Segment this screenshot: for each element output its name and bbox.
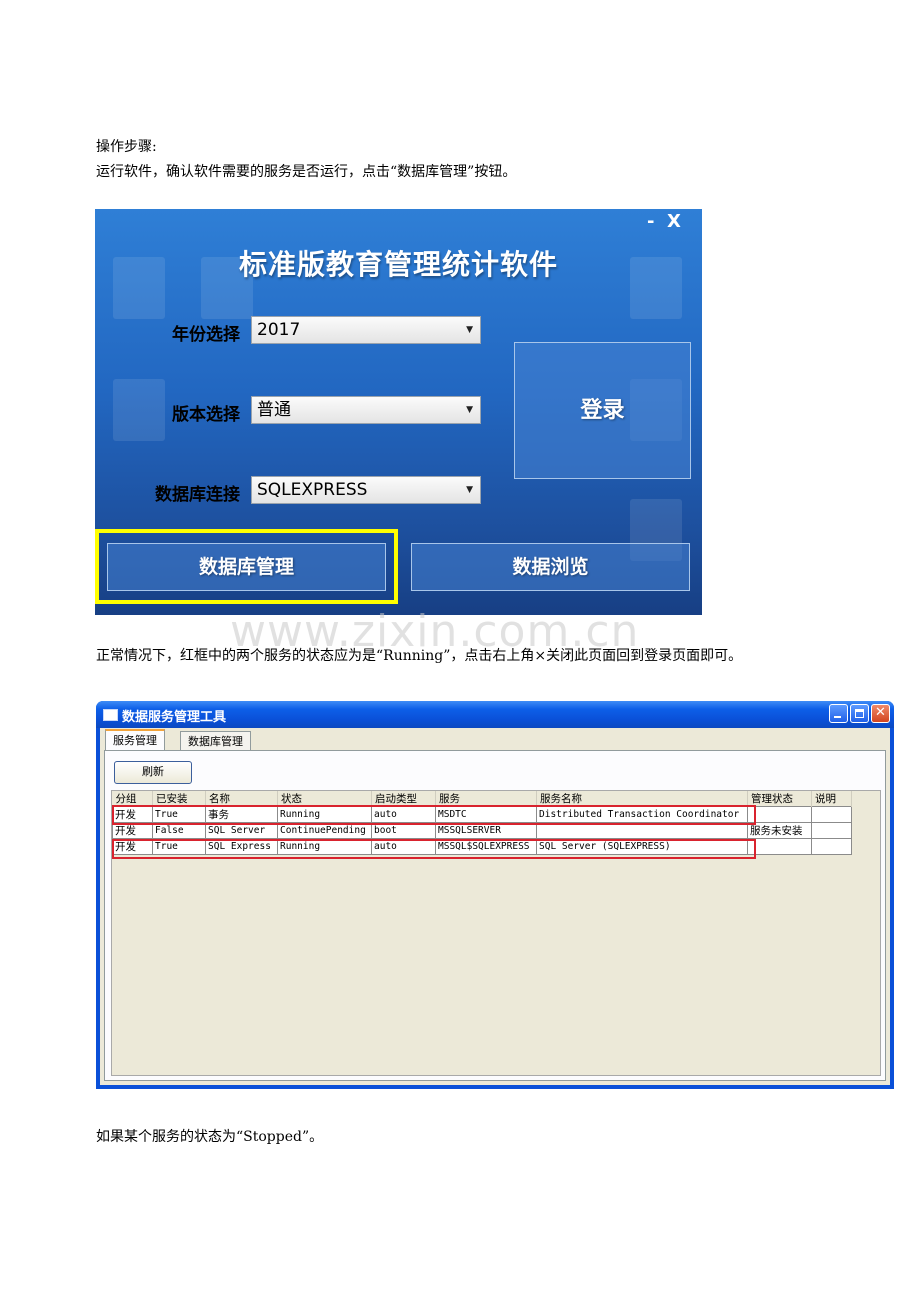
dropdown-arrow-icon: ▼ [466,325,473,335]
yellow-highlight-box [95,529,398,604]
red-highlight-box [112,839,756,859]
cell-manage-status[interactable] [747,838,812,855]
close-button[interactable]: X [667,211,681,232]
year-value: 2017 [257,320,301,340]
year-label: 年份选择 [172,325,240,345]
dropdown-arrow-icon: ▼ [466,405,473,415]
db-connection-select[interactable]: SQLEXPRESS ▼ [251,476,481,504]
service-grid: 分组 已安装 名称 状态 启动类型 服务 服务名称 管理状态 说明 开发 Tru… [111,790,881,1076]
cell-description[interactable] [811,806,852,823]
data-browse-button[interactable]: 数据浏览 [411,543,690,591]
column-header[interactable]: 管理状态 [747,791,812,807]
tab-panel: 刷新 分组 已安装 名称 状态 启动类型 服务 服务名称 管理状态 说明 开发 … [104,750,886,1081]
login-button[interactable]: 登录 [514,342,691,479]
minimize-button[interactable]: - [647,211,654,232]
window-client-area: 服务管理 数据库管理 刷新 分组 已安装 名称 状态 启动类型 服务 服务名称 … [100,728,890,1085]
db-connection-label: 数据库连接 [155,485,240,505]
tab-database-manage[interactable]: 数据库管理 [180,731,251,750]
version-select[interactable]: 普通 ▼ [251,396,481,424]
step1-text: 运行软件，确认软件需要的服务是否运行，点击“数据库管理”按钮。 [96,164,517,180]
cell-manage-status[interactable]: 服务未安装 [747,822,812,839]
refresh-button[interactable]: 刷新 [114,761,192,784]
red-highlight-box [112,805,756,825]
service-tool-window-screenshot: 数据服务管理工具 ✕ 服务管理 数据库管理 刷新 分组 已安装 名称 状态 启动… [96,701,894,1089]
minimize-icon[interactable] [829,704,848,723]
version-value: 普通 [257,400,291,420]
version-label: 版本选择 [172,405,240,425]
steps-heading: 操作步骤: [96,139,157,155]
window-icon [103,709,118,721]
maximize-icon[interactable] [850,704,869,723]
app-title: 标准版教育管理统计软件 [238,248,558,281]
window-titlebar: 数据服务管理工具 ✕ [96,701,894,728]
dropdown-arrow-icon: ▼ [466,485,473,495]
cell-description[interactable] [811,822,852,839]
step2-text: 正常情况下，红框中的两个服务的状态应为是“Running”，点击右上角×关闭此页… [96,648,743,664]
cell-description[interactable] [811,838,852,855]
year-select[interactable]: 2017 ▼ [251,316,481,344]
close-icon[interactable]: ✕ [871,704,890,723]
column-header[interactable]: 说明 [811,791,852,807]
cell-manage-status[interactable] [747,806,812,823]
window-title: 数据服务管理工具 [122,710,227,725]
db-connection-value: SQLEXPRESS [257,480,368,500]
tab-service-manage[interactable]: 服务管理 [105,729,165,750]
step3-text: 如果某个服务的状态为“Stopped”。 [96,1129,324,1145]
